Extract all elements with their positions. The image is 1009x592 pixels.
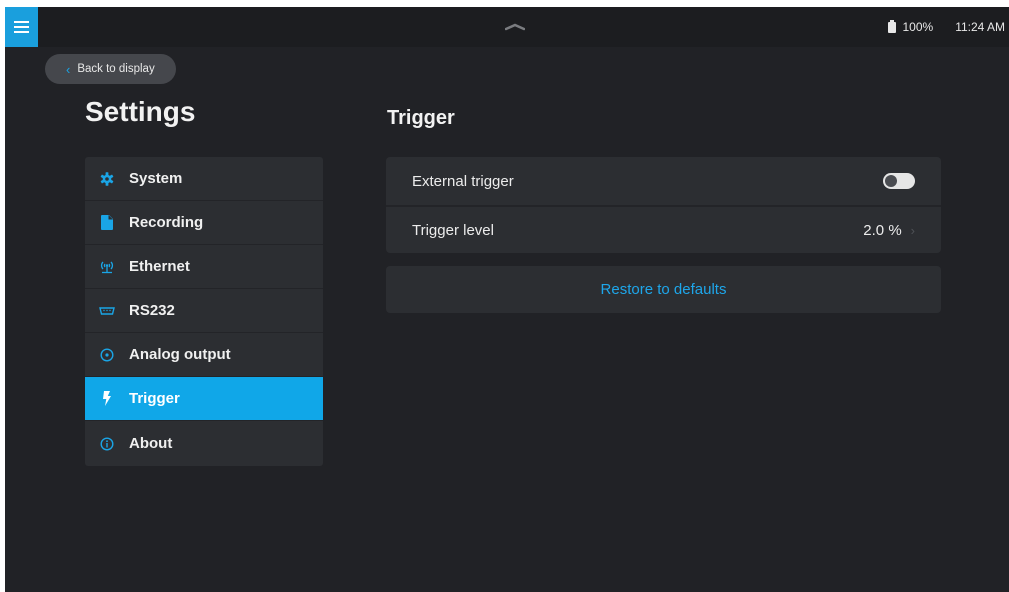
battery-indicator: 100% [888, 19, 934, 34]
info-icon [85, 436, 129, 451]
lightning-icon [85, 391, 129, 406]
page-title: Settings [85, 96, 196, 127]
option-value: 2.0 % [863, 221, 902, 239]
sidebar-item-label: Trigger [129, 390, 180, 407]
sidebar-item-analog-output[interactable]: Analog output [85, 333, 323, 377]
sidebar-item-rs232[interactable]: RS232 [85, 289, 323, 333]
serial-port-icon [85, 306, 129, 316]
sidebar-item-about[interactable]: About [85, 421, 323, 466]
external-trigger-toggle[interactable] [883, 173, 915, 189]
hamburger-icon [14, 18, 29, 36]
chevron-right-icon: › [910, 222, 915, 238]
external-trigger-row[interactable]: External trigger [386, 157, 941, 205]
sidebar-item-trigger[interactable]: Trigger [85, 377, 323, 421]
settings-sidebar: System Recording Ethernet RS232 Analog o… [85, 157, 323, 466]
toggle-knob [885, 175, 897, 187]
sidebar-item-label: RS232 [129, 302, 175, 319]
status-area: 100% 11:24 AM [888, 7, 1005, 47]
back-button-label: Back to display [77, 63, 155, 75]
antenna-icon [85, 260, 129, 274]
sidebar-item-system[interactable]: System [85, 157, 323, 201]
sidebar-item-label: About [129, 435, 173, 452]
restore-defaults-button[interactable]: Restore to defaults [386, 266, 941, 313]
clock: 11:24 AM [955, 20, 1005, 34]
chevron-up-icon[interactable] [505, 23, 525, 31]
battery-icon [888, 19, 897, 33]
battery-level: 100% [902, 20, 934, 34]
option-label: Trigger level [412, 221, 494, 239]
trigger-options-card: External trigger Trigger level 2.0 % › [386, 157, 941, 253]
sidebar-item-label: Recording [129, 214, 204, 231]
top-bar: 100% 11:24 AM [5, 7, 1009, 47]
back-to-display-button[interactable]: ‹ Back to display [45, 54, 176, 84]
chevron-left-icon: ‹ [66, 61, 71, 77]
sidebar-item-recording[interactable]: Recording [85, 201, 323, 245]
radio-circle-icon [85, 347, 129, 362]
sidebar-item-ethernet[interactable]: Ethernet [85, 245, 323, 289]
gear-icon [85, 171, 129, 186]
app-screen: 100% 11:24 AM ‹ Back to display Settings… [5, 7, 1009, 592]
option-label: External trigger [412, 172, 514, 190]
trigger-level-row[interactable]: Trigger level 2.0 % › [386, 205, 941, 253]
file-icon [85, 215, 129, 230]
sidebar-item-label: Analog output [129, 346, 231, 363]
menu-button[interactable] [5, 7, 38, 47]
section-title: Trigger [387, 107, 455, 129]
restore-defaults-label: Restore to defaults [600, 281, 727, 298]
sidebar-item-label: System [129, 170, 183, 187]
trigger-level-value: 2.0 % › [863, 222, 915, 239]
sidebar-item-label: Ethernet [129, 258, 190, 275]
